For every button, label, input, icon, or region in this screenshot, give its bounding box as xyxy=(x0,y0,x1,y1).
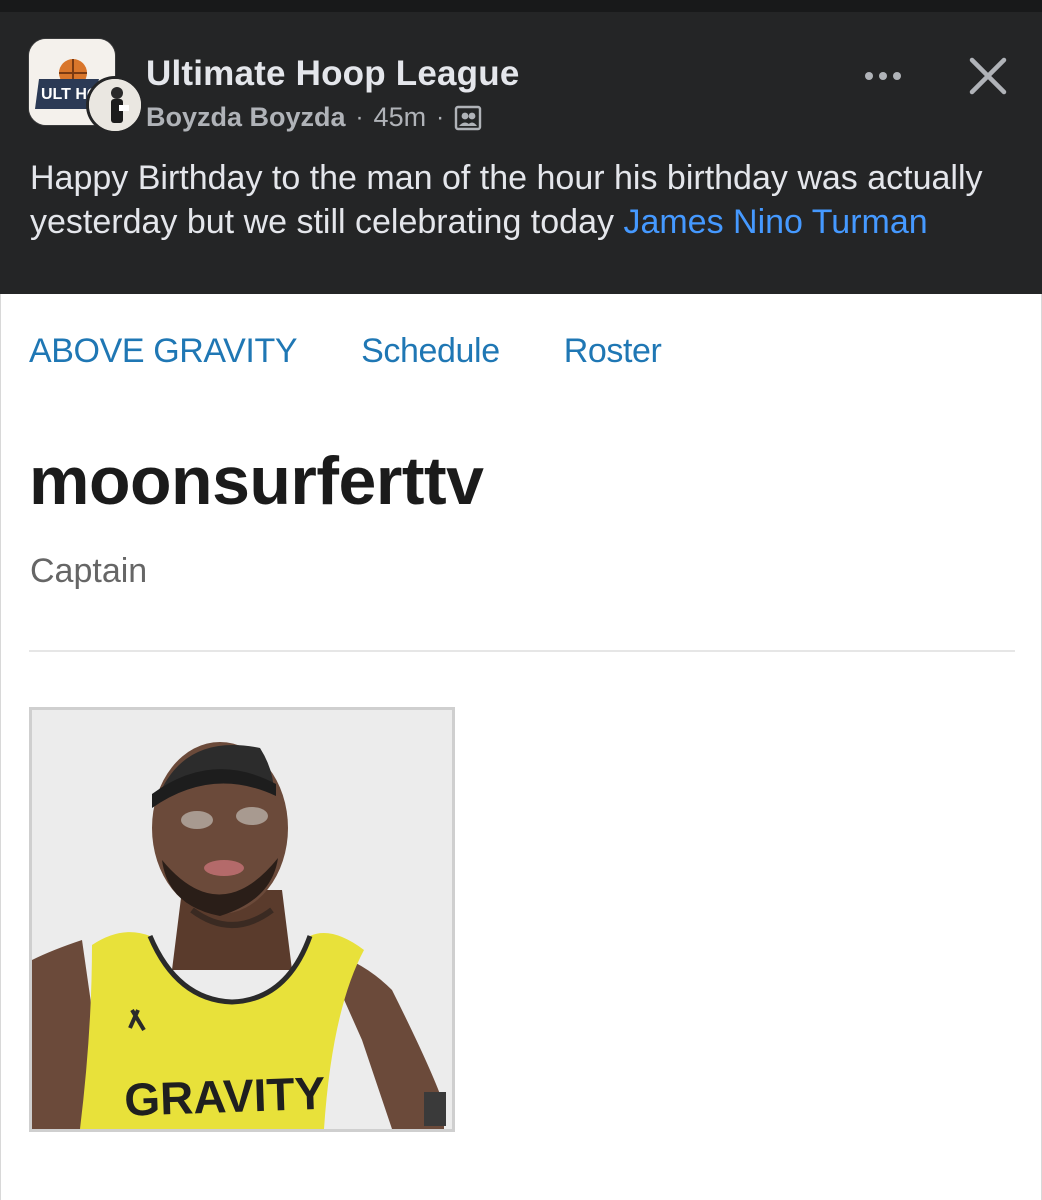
dot-icon xyxy=(879,72,887,80)
meta-separator-2: · xyxy=(436,103,445,131)
nav-team-link[interactable]: ABOVE GRAVITY xyxy=(29,332,298,371)
divider xyxy=(29,650,1015,652)
group-name-link[interactable]: Ultimate Hoop League xyxy=(146,54,519,94)
post-time[interactable]: 45m xyxy=(374,102,427,133)
shared-page-card: ABOVE GRAVITY Schedule Roster moonsurfer… xyxy=(0,294,1042,1200)
player-name: moonsurferttv xyxy=(29,443,484,519)
jersey-text: GRAVITY xyxy=(123,1067,326,1126)
person-icon xyxy=(89,79,141,131)
author-avatar[interactable] xyxy=(86,76,144,134)
meta-separator: · xyxy=(355,103,364,131)
nav-schedule-link[interactable]: Schedule xyxy=(361,332,500,371)
dot-icon xyxy=(865,72,873,80)
more-options-button[interactable] xyxy=(858,56,908,96)
player-photo: GRAVITY xyxy=(29,707,455,1132)
author-name-link[interactable]: Boyzda Boyzda xyxy=(146,102,346,133)
player-role: Captain xyxy=(30,552,148,590)
dot-icon xyxy=(893,72,901,80)
post-meta: Boyzda Boyzda · 45m · xyxy=(146,102,482,133)
post-header: ULT HOO Ultimate Hoop League Boyzda Boyz… xyxy=(0,0,1042,294)
group-audience-icon xyxy=(454,105,482,130)
nav-roster-link[interactable]: Roster xyxy=(564,332,662,371)
avatar-group[interactable]: ULT HOO xyxy=(28,38,144,138)
mention-link[interactable]: James Nino Turman xyxy=(623,203,927,241)
player-avatar-image: GRAVITY xyxy=(32,710,452,1129)
team-nav: ABOVE GRAVITY Schedule Roster xyxy=(29,332,662,371)
post-text: Happy Birthday to the man of the hour hi… xyxy=(30,156,1010,244)
close-icon[interactable] xyxy=(964,52,1012,100)
